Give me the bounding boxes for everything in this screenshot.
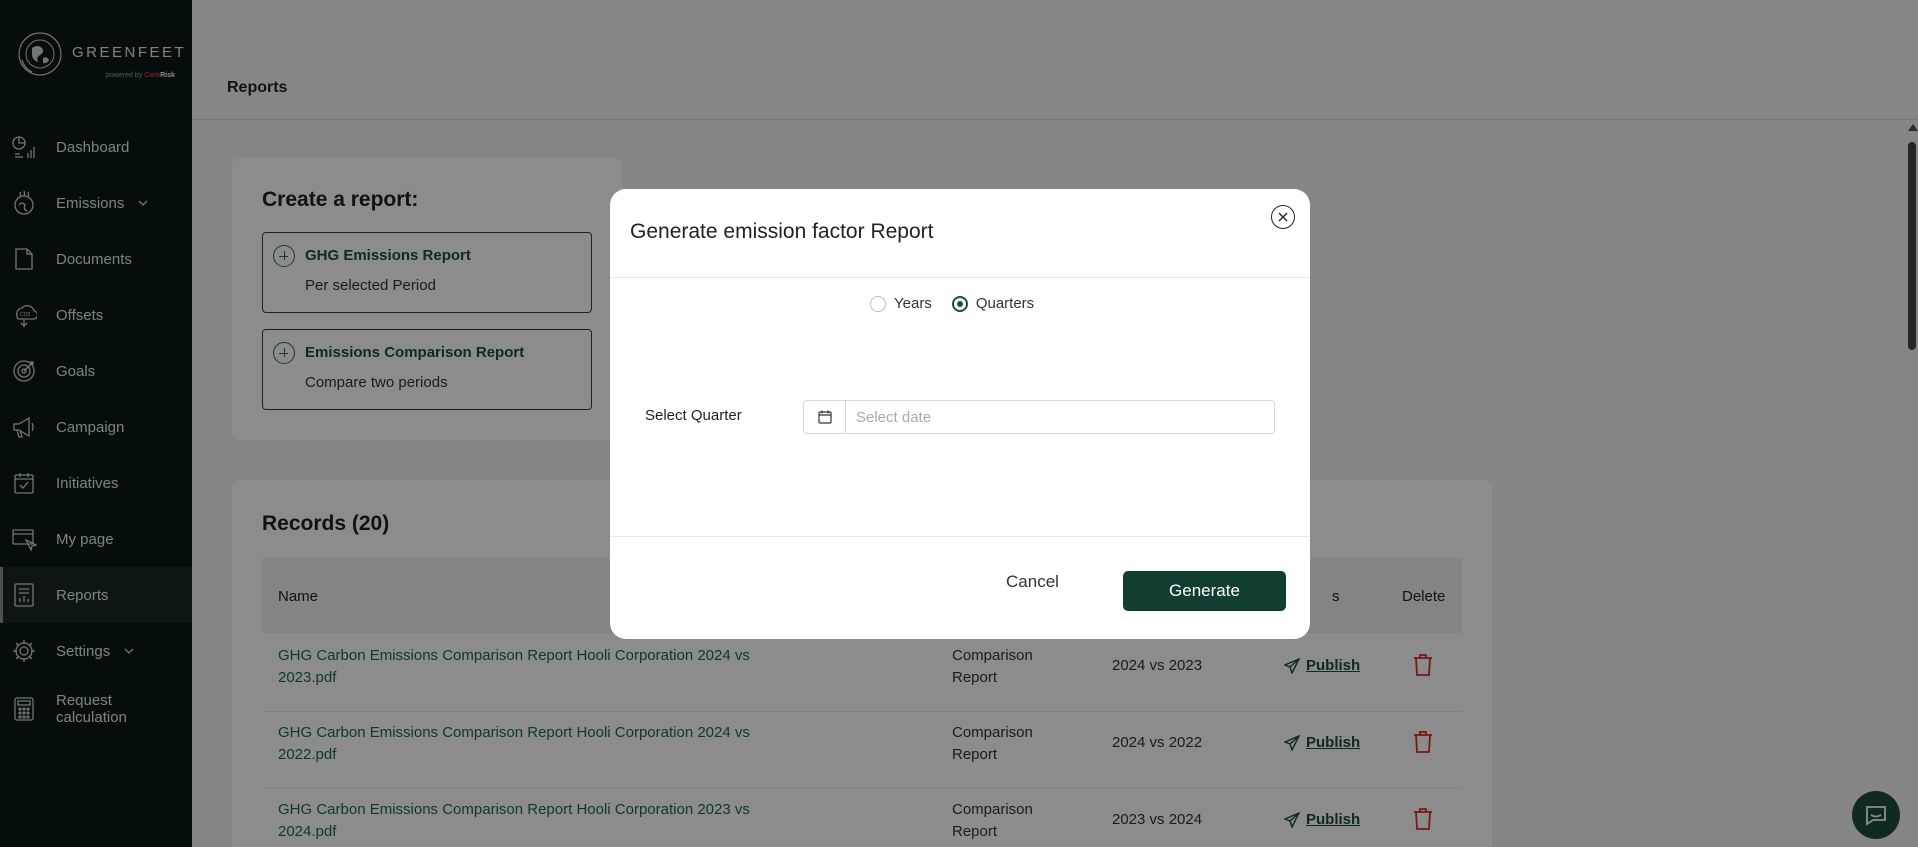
close-icon (1278, 212, 1288, 222)
radio-years[interactable]: Years (870, 295, 932, 312)
radio-quarters[interactable]: Quarters (951, 295, 1034, 312)
radio-checked[interactable] (951, 295, 968, 312)
generate-report-modal: Generate emission factor Report Years Qu… (610, 189, 1310, 639)
modal-divider (610, 277, 1310, 278)
period-radio-group: Years Quarters (870, 295, 1054, 312)
generate-button[interactable]: Generate (1123, 571, 1286, 611)
modal-title: Generate emission factor Report (630, 220, 934, 243)
calendar-icon[interactable] (804, 401, 846, 433)
select-quarter-label: Select Quarter (645, 407, 742, 424)
radio-unchecked[interactable] (870, 295, 886, 312)
quarter-date-picker[interactable] (803, 400, 1275, 434)
cancel-button[interactable]: Cancel (995, 572, 1070, 596)
modal-divider (610, 536, 1310, 537)
date-input[interactable] (846, 401, 1274, 433)
close-button[interactable] (1271, 205, 1295, 229)
